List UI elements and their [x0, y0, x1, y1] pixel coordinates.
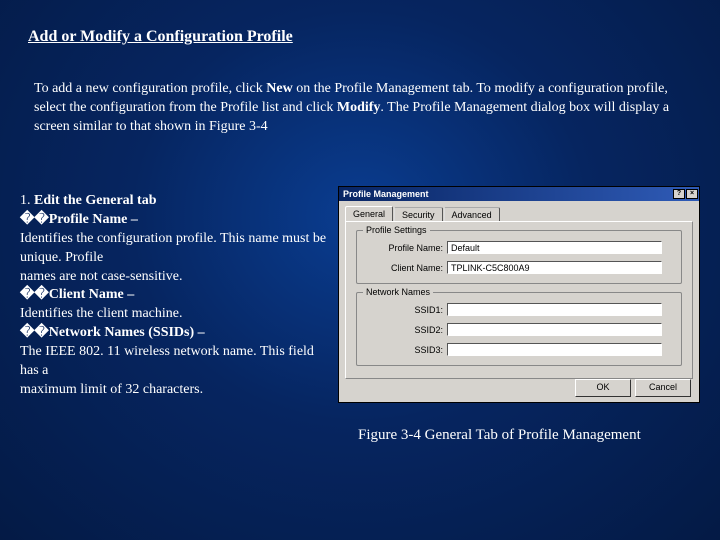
ssid-desc-2: maximum limit of 32 characters.: [20, 381, 330, 400]
profile-name-input[interactable]: [447, 241, 662, 254]
dialog-pane: Profile Name: Client Name: SSID1: SSID2:…: [345, 221, 693, 379]
profile-name-field-label: Profile Name:: [377, 243, 443, 253]
intro-bold-modify: Modify: [337, 100, 381, 115]
dialog-titlebar: Profile Management ? ×: [339, 187, 699, 201]
ssid-desc-1: The IEEE 802. 11 wireless network name. …: [20, 343, 330, 381]
figure-caption: Figure 3-4 General Tab of Profile Manage…: [358, 427, 641, 444]
client-name-label: Client Name –: [49, 287, 135, 302]
dialog-tabs: General Security Advanced: [345, 206, 693, 221]
section-heading: Add or Modify a Configuration Profile: [28, 28, 293, 46]
step-num: 1.: [20, 193, 34, 208]
ssid1-label: SSID1:: [377, 305, 443, 315]
client-name-field-label: Client Name:: [377, 263, 443, 273]
intro-paragraph: To add a new configuration profile, clic…: [34, 80, 690, 137]
step-title: Edit the General tab: [34, 193, 157, 208]
bullet-box-1: ��: [20, 212, 49, 227]
ssid2-label: SSID2:: [377, 325, 443, 335]
bullet-box-3: ��: [20, 325, 49, 340]
ok-button[interactable]: OK: [575, 379, 631, 397]
ssid3-input[interactable]: [447, 343, 662, 356]
profile-name-label: Profile Name –: [49, 212, 138, 227]
cancel-button[interactable]: Cancel: [635, 379, 691, 397]
client-name-input[interactable]: [447, 261, 662, 274]
intro-bold-new: New: [266, 81, 292, 96]
bullet-box-2: ��: [20, 287, 49, 302]
tab-general[interactable]: General: [345, 206, 393, 221]
help-button[interactable]: ?: [673, 189, 685, 199]
profile-name-desc-2: names are not case-sensitive.: [20, 268, 330, 287]
close-button[interactable]: ×: [686, 189, 698, 199]
group-network-names: SSID1: SSID2: SSID3:: [356, 292, 682, 366]
dialog-title: Profile Management: [343, 189, 429, 199]
group-profile-settings: Profile Name: Client Name:: [356, 230, 682, 284]
ssid2-input[interactable]: [447, 323, 662, 336]
tab-security[interactable]: Security: [394, 207, 443, 222]
tab-advanced[interactable]: Advanced: [444, 207, 500, 222]
ssid1-input[interactable]: [447, 303, 662, 316]
client-name-desc: Identifies the client machine.: [20, 305, 330, 324]
profile-management-dialog: Profile Management ? × General Security …: [338, 186, 700, 403]
profile-name-desc-1: Identifies the configuration profile. Th…: [20, 230, 330, 268]
left-instructions: 1. Edit the General tab ��Profile Name –…: [20, 192, 330, 400]
ssid3-label: SSID3:: [377, 345, 443, 355]
intro-text-1: To add a new configuration profile, clic…: [34, 81, 266, 96]
ssid-label: Network Names (SSIDs) –: [49, 325, 205, 340]
